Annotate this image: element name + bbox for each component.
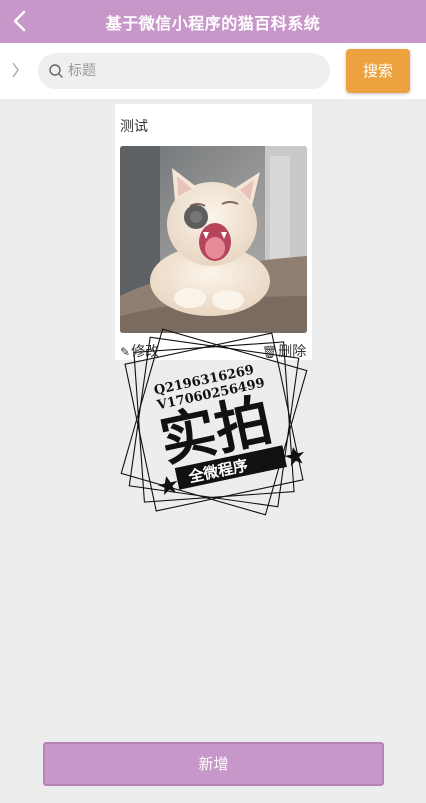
- add-button[interactable]: 新增: [43, 742, 384, 786]
- chevron-right-icon[interactable]: [10, 60, 22, 80]
- page-title: 基于微信小程序的猫百科系统: [105, 14, 321, 33]
- card-title: 测试: [120, 119, 148, 135]
- watermark-stamp: Q2196316269 V17060256499 实拍 全微程序: [120, 328, 308, 516]
- search-input[interactable]: [68, 58, 318, 84]
- search-button[interactable]: 搜索: [346, 49, 410, 93]
- cat-photo[interactable]: [120, 146, 307, 333]
- search-icon: [49, 64, 63, 78]
